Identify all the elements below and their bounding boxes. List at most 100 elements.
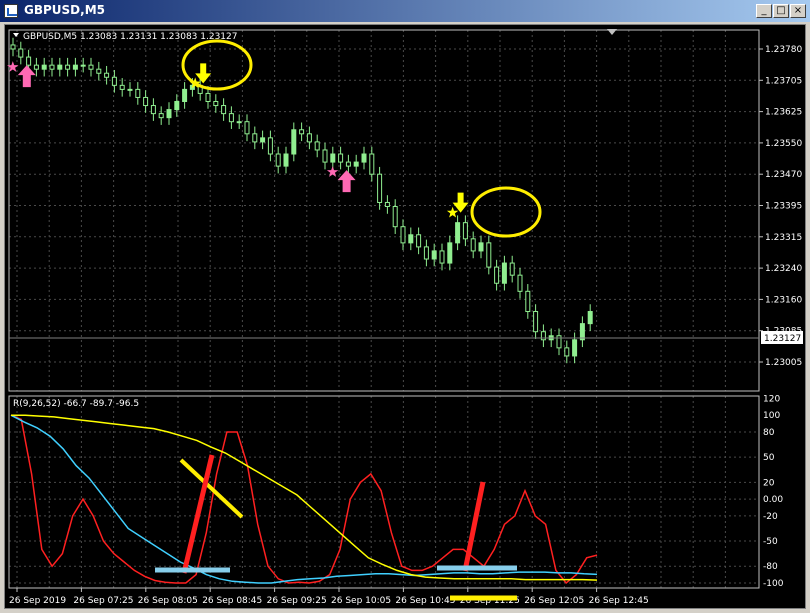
candle-body: [119, 84, 125, 90]
indicator-tick-label: 50: [763, 453, 775, 463]
candle-body: [345, 161, 351, 167]
candle-body: [228, 113, 234, 123]
candle-body: [41, 64, 47, 70]
candle-body: [221, 105, 227, 115]
candle-body: [143, 96, 149, 107]
candle-body: [260, 137, 266, 143]
candle-body: [306, 133, 312, 143]
time-tick-label: 26 Sep 12:05: [524, 596, 584, 606]
maximize-button[interactable]: □: [773, 4, 789, 18]
window-titlebar[interactable]: GBPUSD,M5 _ □ ×: [0, 0, 810, 22]
candle-body: [470, 238, 476, 252]
indicator-tick-label: 80: [763, 428, 775, 438]
time-tick-label: 26 Sep 12:45: [589, 596, 649, 606]
price-tick-label: 1.23315: [765, 233, 802, 243]
indicator-tick-label: 0.00: [763, 495, 783, 505]
candle-body: [361, 153, 367, 163]
candle-body: [291, 129, 297, 155]
candle-body: [205, 92, 211, 103]
indicator-header: R(9,26,52) -66.7 -89.7 -96.5: [13, 399, 139, 409]
candle-body: [182, 88, 188, 103]
candle-body: [338, 153, 344, 163]
price-tick-label: 1.23160: [765, 295, 802, 305]
candle-body: [80, 64, 86, 67]
candle-body: [65, 64, 71, 70]
indicator-tick-label: -100: [763, 579, 784, 589]
candle-body: [10, 44, 16, 50]
candle-body: [416, 234, 422, 248]
candle-body: [400, 226, 406, 244]
candle-body: [267, 137, 273, 155]
candle-body: [33, 64, 39, 70]
price-tick-label: 1.23705: [765, 76, 802, 86]
candle-body: [299, 129, 305, 135]
candle-body: [275, 153, 281, 167]
indicator-tick-label: 100: [763, 411, 780, 421]
candle-body: [166, 109, 172, 119]
candle-body: [127, 88, 133, 91]
candle-body: [236, 121, 242, 124]
candle-body: [509, 262, 515, 276]
time-tick-label: 26 Sep 10:05: [331, 596, 391, 606]
candle-body: [392, 206, 398, 228]
candle-body: [501, 262, 507, 284]
candle-body: [283, 153, 289, 167]
candle-body: [486, 242, 492, 268]
indicator-tick-label: -50: [763, 537, 778, 547]
candle-body: [353, 161, 359, 167]
candle-body: [533, 311, 539, 333]
chart-header: GBPUSD,M5 1.23083 1.23131 1.23083 1.2312…: [23, 32, 237, 42]
price-tick-label: 1.23550: [765, 139, 802, 149]
candle-body: [174, 101, 180, 111]
candle-body: [135, 88, 141, 98]
current-price-label: 1.23127: [764, 334, 801, 344]
indicator-tick-label: -20: [763, 512, 778, 522]
price-tick-label: 1.23470: [765, 170, 802, 180]
candle-body: [525, 290, 531, 313]
price-tick-label: 1.23395: [765, 202, 802, 212]
candle-body: [423, 246, 429, 260]
candle-body: [244, 121, 250, 135]
candle-body: [439, 250, 445, 264]
candle-body: [150, 105, 156, 115]
candle-body: [57, 64, 63, 70]
candle-body: [88, 64, 94, 70]
candle-body: [587, 311, 593, 325]
candle-body: [384, 201, 390, 208]
candle-body: [96, 68, 102, 74]
close-button[interactable]: ×: [790, 4, 806, 18]
time-tick-label: 26 Sep 09:25: [267, 596, 327, 606]
time-tick-label: 26 Sep 10:45: [395, 596, 455, 606]
candle-body: [314, 141, 320, 151]
time-tick-label: 26 Sep 07:25: [73, 596, 133, 606]
candle-body: [572, 339, 578, 357]
candle-body: [72, 64, 78, 70]
candle-body: [494, 266, 500, 284]
candle-body: [213, 101, 219, 107]
price-tick-label: 1.23625: [765, 108, 802, 118]
candle-body: [408, 234, 414, 244]
chart-window[interactable]: GBPUSD,M5 1.23083 1.23131 1.23083 1.2312…: [4, 24, 806, 609]
candle-body: [431, 250, 437, 260]
candle-body: [49, 64, 55, 70]
price-tick-label: 1.23780: [765, 45, 802, 55]
candle-body: [540, 331, 546, 341]
price-tick-label: 1.23005: [765, 358, 802, 368]
time-tick-label: 26 Sep 08:45: [202, 596, 262, 606]
candle-body: [517, 274, 523, 292]
indicator-tick-label: 20: [763, 478, 775, 488]
time-tick-label: 26 Sep 2019: [9, 596, 66, 606]
chart-window-icon: [4, 4, 18, 18]
chart-canvas[interactable]: GBPUSD,M5 1.23083 1.23131 1.23083 1.2312…: [5, 25, 805, 608]
candle-body: [462, 222, 468, 240]
candle-body: [26, 56, 32, 66]
candle-body: [158, 113, 164, 119]
minimize-button[interactable]: _: [756, 4, 772, 18]
candle-body: [252, 133, 258, 143]
time-tick-label: 26 Sep 08:05: [138, 596, 198, 606]
price-tick-label: 1.23240: [765, 264, 802, 274]
indicator-tick-label: -80: [763, 562, 778, 572]
candle-body: [455, 222, 461, 244]
candle-body: [377, 173, 383, 203]
window-title: GBPUSD,M5: [24, 3, 105, 17]
